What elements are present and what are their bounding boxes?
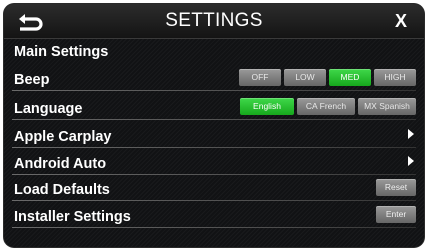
page-title: SETTINGS: [165, 10, 263, 31]
settings-screen: SETTINGS X Main Settings Beep OFF LOW ME…: [4, 4, 424, 247]
language-ca-french-button[interactable]: CA French: [297, 98, 355, 115]
reset-button[interactable]: Reset: [376, 179, 416, 196]
beep-label: Beep: [14, 72, 50, 88]
language-row: Language English CA French MX Spanish: [4, 96, 424, 120]
language-label: Language: [14, 101, 83, 117]
load-defaults-row: Load Defaults Reset: [4, 177, 424, 201]
language-mx-spanish-button[interactable]: MX Spanish: [358, 98, 416, 115]
row-divider: [12, 119, 416, 120]
beep-off-button[interactable]: OFF: [239, 69, 281, 86]
row-divider: [12, 90, 416, 91]
row-divider: [12, 227, 416, 228]
row-divider: [12, 200, 416, 201]
row-divider: [12, 147, 416, 148]
beep-options: OFF LOW MED HIGH: [239, 69, 416, 86]
beep-high-button[interactable]: HIGH: [374, 69, 416, 86]
language-options: English CA French MX Spanish: [240, 98, 416, 115]
enter-button[interactable]: Enter: [376, 206, 416, 223]
chevron-right-icon[interactable]: [408, 129, 414, 139]
android-auto-label: Android Auto: [14, 156, 107, 172]
beep-med-button[interactable]: MED: [329, 69, 371, 86]
header-bar: SETTINGS X: [4, 4, 424, 39]
load-defaults-label: Load Defaults: [14, 182, 110, 198]
beep-low-button[interactable]: LOW: [284, 69, 326, 86]
beep-row: Beep OFF LOW MED HIGH: [4, 67, 424, 91]
apple-carplay-row[interactable]: Apple Carplay: [4, 124, 424, 148]
section-title: Main Settings: [14, 44, 109, 60]
apple-carplay-label: Apple Carplay: [14, 129, 112, 145]
chevron-right-icon[interactable]: [408, 156, 414, 166]
close-button[interactable]: X: [386, 8, 416, 34]
installer-settings-label: Installer Settings: [14, 209, 131, 225]
row-divider: [12, 174, 416, 175]
installer-settings-row: Installer Settings Enter: [4, 204, 424, 228]
language-english-button[interactable]: English: [240, 98, 294, 115]
android-auto-row[interactable]: Android Auto: [4, 151, 424, 175]
